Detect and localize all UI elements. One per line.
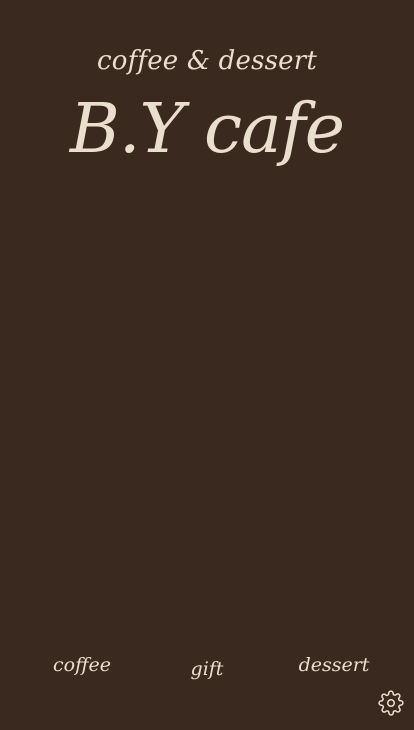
nav-item-coffee[interactable]: coffee — [53, 654, 111, 676]
nav-item-dessert[interactable]: dessert — [299, 654, 370, 676]
gear-icon — [378, 690, 404, 716]
bottom-nav: coffee gift dessert — [0, 648, 414, 688]
app-screen: coffee & dessert B.Y cafe coffee gift de… — [0, 0, 414, 730]
cafe-logo: B.Y cafe — [69, 90, 345, 169]
nav-item-gift[interactable]: gift — [191, 658, 224, 680]
settings-button[interactable] — [378, 690, 404, 716]
tagline: coffee & dessert — [96, 46, 318, 76]
